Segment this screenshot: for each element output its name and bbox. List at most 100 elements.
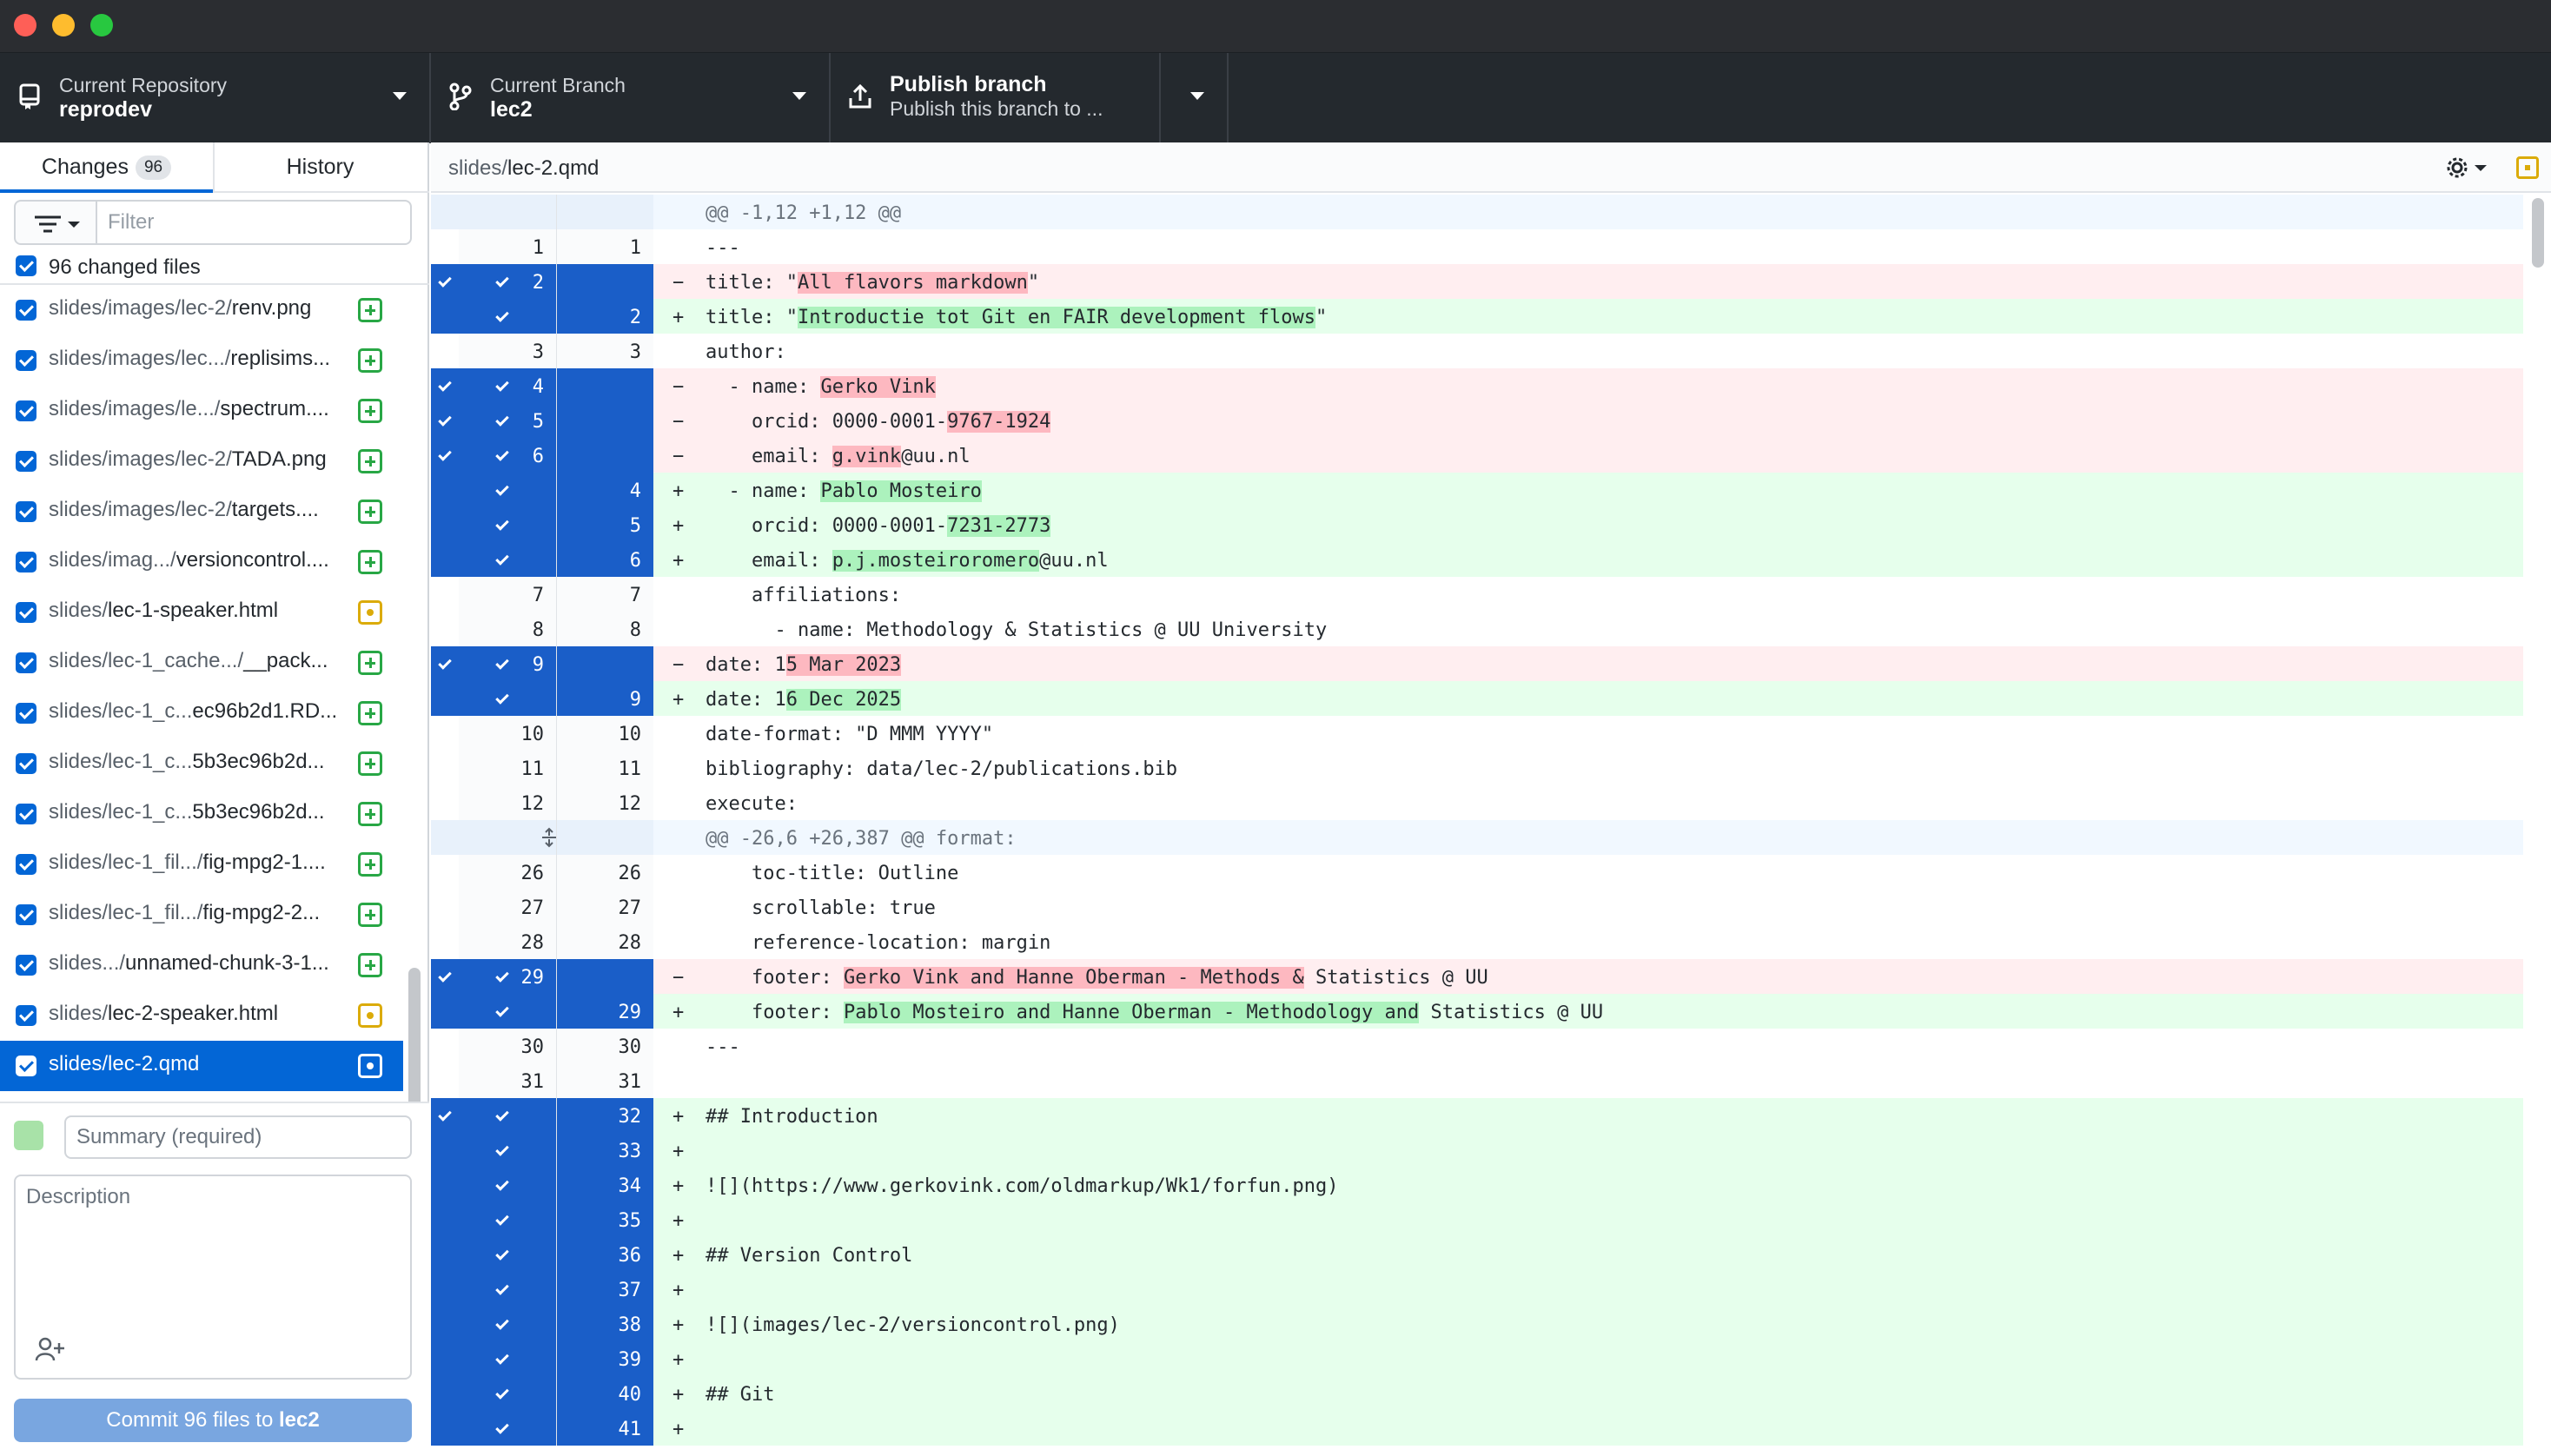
file-checkbox[interactable] xyxy=(16,350,36,371)
publish-options-dropdown[interactable] xyxy=(1161,53,1229,143)
diff-line[interactable]: 39 + xyxy=(431,1341,2523,1376)
tab-history[interactable]: History xyxy=(213,142,426,193)
whitespace-toggle-icon[interactable] xyxy=(2516,156,2539,179)
current-branch-button[interactable]: Current Branch lec2 xyxy=(431,53,831,143)
file-name: TADA.png xyxy=(231,447,327,471)
diff-line[interactable]: 9 − date: 15 Mar 2023 xyxy=(431,646,2523,681)
select-all-checkbox[interactable] xyxy=(16,255,36,276)
filter-options-button[interactable] xyxy=(14,200,97,245)
file-checkbox[interactable] xyxy=(16,501,36,522)
diff-scrollbar[interactable] xyxy=(2532,198,2544,268)
line-select-gutter[interactable] xyxy=(431,1098,459,1133)
line-select-gutter[interactable] xyxy=(431,368,459,403)
diff-line[interactable]: 5 − orcid: 0000-0001-9767-1924 xyxy=(431,403,2523,438)
diff-line[interactable]: 2 − title: "All flavors markdown" xyxy=(431,264,2523,299)
diff-line[interactable]: 9 + date: 16 Dec 2025 xyxy=(431,681,2523,716)
diff-line[interactable]: 41 + xyxy=(431,1411,2523,1446)
line-select-gutter[interactable] xyxy=(431,959,459,994)
file-checkbox[interactable] xyxy=(16,753,36,774)
line-select-gutter[interactable] xyxy=(431,1411,459,1446)
minimize-window-button[interactable] xyxy=(52,14,75,36)
filter-input[interactable] xyxy=(96,200,412,245)
diff-line[interactable]: 4 − - name: Gerko Vink xyxy=(431,368,2523,403)
file-list-item[interactable]: slides/lec-1-speaker.html xyxy=(0,587,403,638)
file-list-item[interactable]: slides/images/lec-2/renv.png xyxy=(0,285,403,335)
commit-summary-input[interactable] xyxy=(64,1115,412,1159)
line-select-gutter[interactable] xyxy=(431,1376,459,1411)
old-line-number: 28 xyxy=(459,924,556,959)
line-select-gutter[interactable] xyxy=(431,681,459,716)
file-list-item[interactable]: slides/lec-1_c...5b3ec96b2d... xyxy=(0,789,403,839)
diff-line[interactable]: 5 + orcid: 0000-0001-7231-2773 xyxy=(431,507,2523,542)
diff-line[interactable]: 38 + ![](images/lec-2/versioncontrol.png) xyxy=(431,1307,2523,1341)
file-checkbox[interactable] xyxy=(16,854,36,875)
commit-description-input[interactable] xyxy=(14,1175,412,1380)
diff-line[interactable]: 2 + title: "Introductie tot Git en FAIR de… xyxy=(431,299,2523,334)
commit-button[interactable]: Commit 96 files to lec2 xyxy=(14,1399,412,1442)
file-list-item[interactable]: slides/images/lec-2/TADA.png xyxy=(0,436,403,486)
diff-line[interactable]: 33 + xyxy=(431,1133,2523,1168)
file-checkbox[interactable] xyxy=(16,400,36,421)
line-select-gutter[interactable] xyxy=(431,507,459,542)
file-checkbox[interactable] xyxy=(16,904,36,925)
current-repository-button[interactable]: Current Repository reprodev xyxy=(0,53,431,143)
code-segment: " xyxy=(1315,307,1328,328)
tab-changes[interactable]: Changes 96 xyxy=(0,142,213,193)
diff-line[interactable]: 32 + ## Introduction xyxy=(431,1098,2523,1133)
diff-line[interactable]: 35 + xyxy=(431,1202,2523,1237)
line-select-gutter[interactable] xyxy=(431,473,459,507)
file-added-icon xyxy=(358,550,382,574)
file-checkbox[interactable] xyxy=(16,652,36,673)
line-select-gutter[interactable] xyxy=(431,438,459,473)
file-checkbox[interactable] xyxy=(16,1056,36,1076)
diff-line[interactable]: 37 + xyxy=(431,1272,2523,1307)
line-select-gutter[interactable] xyxy=(431,1202,459,1237)
file-checkbox[interactable] xyxy=(16,552,36,572)
file-list-item[interactable]: slides/images/lec-2/targets.... xyxy=(0,486,403,537)
line-select-gutter[interactable] xyxy=(431,646,459,681)
line-select-gutter[interactable] xyxy=(431,1237,459,1272)
diff-line[interactable]: 36 + ## Version Control xyxy=(431,1237,2523,1272)
line-select-gutter[interactable] xyxy=(431,1133,459,1168)
gear-icon[interactable] xyxy=(2443,153,2492,182)
diff-line[interactable]: 6 − email: g.vink@uu.nl xyxy=(431,438,2523,473)
file-list-item[interactable]: slides/lec-1_fil.../fig-mpg2-1.... xyxy=(0,839,403,890)
line-select-gutter[interactable] xyxy=(431,1272,459,1307)
diff-line[interactable]: 34 + ![](https://www.gerkovink.com/oldmark… xyxy=(431,1168,2523,1202)
file-list-item[interactable]: slides/lec-1_c...5b3ec96b2d... xyxy=(0,738,403,789)
file-checkbox[interactable] xyxy=(16,703,36,724)
file-list-item[interactable]: slides/images/lec.../replisims... xyxy=(0,335,403,386)
diff-line[interactable]: 40 + ## Git xyxy=(431,1376,2523,1411)
file-checkbox[interactable] xyxy=(16,300,36,321)
line-select-gutter[interactable] xyxy=(431,1307,459,1341)
line-select-gutter[interactable] xyxy=(431,403,459,438)
select-all-row[interactable]: 96 changed files xyxy=(0,250,429,285)
file-checkbox[interactable] xyxy=(16,955,36,976)
line-select-gutter[interactable] xyxy=(431,299,459,334)
close-window-button[interactable] xyxy=(14,14,36,36)
zoom-window-button[interactable] xyxy=(90,14,113,36)
line-select-gutter[interactable] xyxy=(431,264,459,299)
line-select-gutter[interactable] xyxy=(431,994,459,1029)
diff-line[interactable]: 4 + - name: Pablo Mosteiro xyxy=(431,473,2523,507)
file-list-item[interactable]: slides.../unnamed-chunk-3-1... xyxy=(0,940,403,990)
diff-line[interactable]: 29 + footer: Pablo Mosteiro and Hanne Obe… xyxy=(431,994,2523,1029)
file-list-item[interactable]: slides/lec-2-speaker.html xyxy=(0,990,403,1041)
diff-line[interactable]: 29 − footer: Gerko Vink and Hanne Oberman… xyxy=(431,959,2523,994)
file-list-item[interactable]: slides/imag.../versioncontrol.... xyxy=(0,537,403,587)
publish-branch-button[interactable]: Publish branch Publish this branch to ..… xyxy=(831,53,1161,143)
add-coauthor-icon[interactable] xyxy=(35,1336,66,1362)
line-select-gutter[interactable] xyxy=(431,1168,459,1202)
file-list-item[interactable]: slides/lec-1_c...ec96b2d1.RD... xyxy=(0,688,403,738)
line-select-gutter[interactable] xyxy=(431,542,459,577)
file-list-item[interactable]: slides/lec-1_cache.../__pack... xyxy=(0,638,403,688)
file-list-item[interactable]: slides/lec-2.qmd xyxy=(0,1041,403,1091)
file-checkbox[interactable] xyxy=(16,451,36,472)
file-checkbox[interactable] xyxy=(16,1005,36,1026)
file-checkbox[interactable] xyxy=(16,602,36,623)
file-list-item[interactable]: slides/lec-1_fil.../fig-mpg2-2... xyxy=(0,890,403,940)
diff-line[interactable]: 6 + email: p.j.mosteiroromero@uu.nl xyxy=(431,542,2523,577)
line-select-gutter[interactable] xyxy=(431,1341,459,1376)
file-list-item[interactable]: slides/images/le.../spectrum.... xyxy=(0,386,403,436)
file-checkbox[interactable] xyxy=(16,804,36,824)
